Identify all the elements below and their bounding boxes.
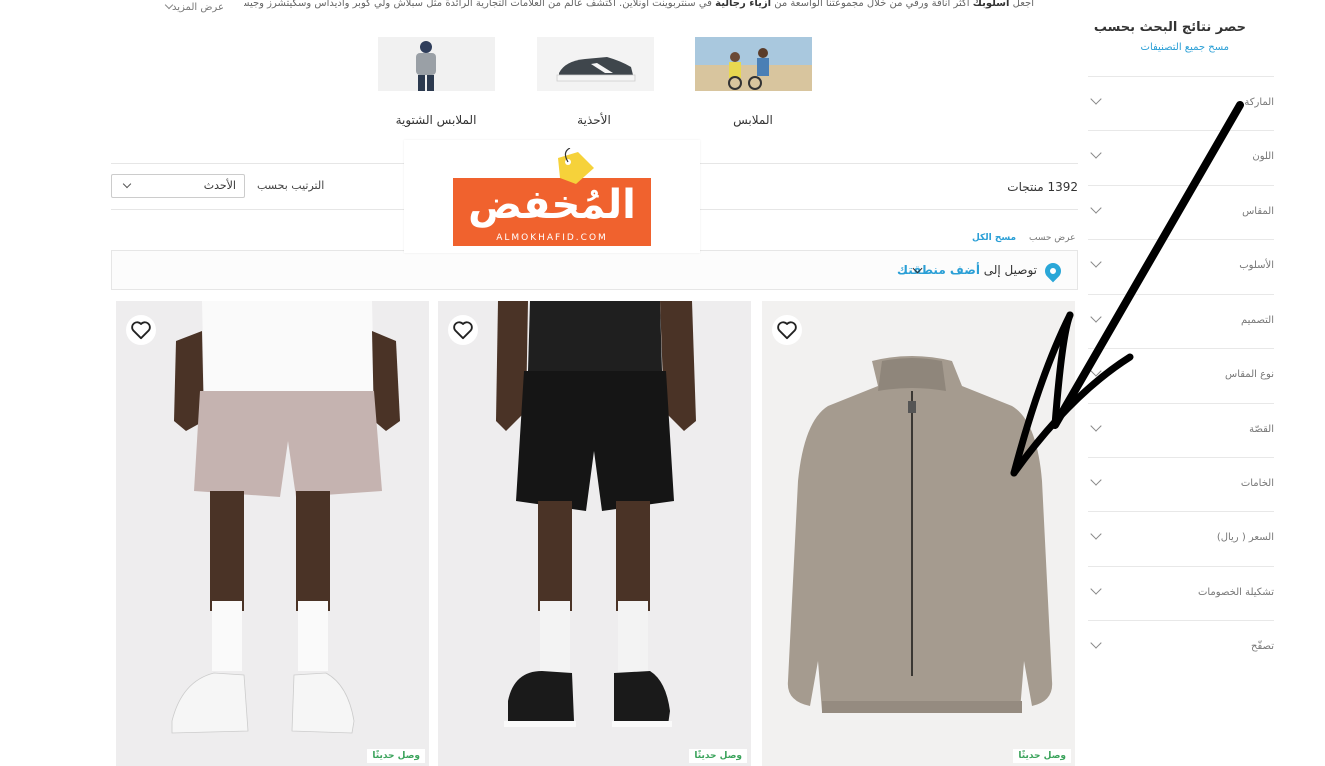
- price-tag-icon: [558, 148, 594, 184]
- filter-label: تصفّح: [1251, 641, 1274, 652]
- product-card[interactable]: وصل حديثًا: [116, 301, 429, 766]
- category-clothes-image[interactable]: [695, 37, 812, 91]
- logo-banner: المُخفض ALMOKHAFID.COM: [453, 178, 651, 246]
- product-card[interactable]: وصل حديثًا: [438, 301, 751, 766]
- filter-price[interactable]: السعر ( ريال): [1088, 511, 1274, 565]
- wishlist-button[interactable]: [772, 315, 802, 345]
- chevron-down-icon: [122, 179, 132, 189]
- category-winter-image[interactable]: [378, 37, 495, 91]
- category-shoes-image[interactable]: [537, 37, 654, 91]
- heart-icon: [777, 321, 797, 340]
- filter-label: تشكيلة الخصومات: [1197, 587, 1274, 598]
- almokhafid-logo: المُخفض ALMOKHAFID.COM: [404, 140, 700, 253]
- delivery-bar[interactable]: توصيل إلى أضف منطقتك: [111, 250, 1078, 290]
- filter-label: السعر ( ريال): [1216, 532, 1274, 543]
- clothes-photo: [695, 37, 812, 91]
- annotation-arrow: [1010, 101, 1244, 477]
- shoe-photo: [537, 37, 654, 91]
- new-arrival-badge: وصل حديثًا: [1013, 749, 1071, 763]
- new-arrival-badge: وصل حديثًا: [367, 749, 425, 763]
- wishlist-button[interactable]: [448, 315, 478, 345]
- intro-bold-link[interactable]: اسلوبك: [973, 0, 1010, 9]
- intro-bold-link[interactable]: ازياء رجالية: [715, 0, 771, 9]
- intro-text-part: اجعل: [1009, 0, 1034, 9]
- sort-value: الأحدث: [203, 179, 236, 192]
- filter-browse[interactable]: تصفّح: [1088, 620, 1274, 674]
- intro-text: اجعل اسلوبك اكثر اناقة ورقي من خلال مجمو…: [244, 0, 1034, 9]
- sidebar-title: حصر نتائج البحث بحسب: [1093, 20, 1246, 35]
- add-area-link[interactable]: أضف منطقتك: [897, 263, 980, 277]
- chevron-down-icon: [1090, 583, 1102, 595]
- black-shorts-photo: [438, 301, 751, 766]
- heart-icon: [453, 321, 473, 340]
- show-more-label: عرض المزيد: [172, 2, 224, 13]
- category-shoes-label[interactable]: الأحذية: [524, 113, 664, 127]
- logo-domain: ALMOKHAFID.COM: [496, 233, 608, 243]
- chevron-down-icon: [1090, 637, 1102, 649]
- filter-discounts[interactable]: تشكيلة الخصومات: [1088, 566, 1274, 620]
- wishlist-button[interactable]: [126, 315, 156, 345]
- intro-text-part: في سنتربوينت اونلاين. اكتشف عالم من العل…: [244, 0, 716, 9]
- show-more-link[interactable]: عرض المزيد: [160, 0, 224, 13]
- category-clothes-label[interactable]: الملابس: [683, 113, 823, 127]
- winter-wear-photo: [378, 37, 495, 91]
- clear-filters-link[interactable]: مسح جميع التصنيفات: [1141, 42, 1229, 53]
- beige-shorts-photo: [116, 301, 429, 766]
- sort-select[interactable]: الأحدث: [111, 174, 245, 198]
- intro-text-part: اكثر اناقة ورقي من خلال مجموعتنا الواسعة…: [771, 0, 973, 9]
- new-arrival-badge: وصل حديثًا: [689, 749, 747, 763]
- category-winter-label[interactable]: الملابس الشتوية: [366, 113, 506, 127]
- logo-word: المُخفض: [468, 182, 636, 228]
- chevron-down-icon: [1090, 528, 1102, 540]
- heart-icon: [131, 321, 151, 340]
- sort-label: الترتيب بحسب: [257, 179, 325, 192]
